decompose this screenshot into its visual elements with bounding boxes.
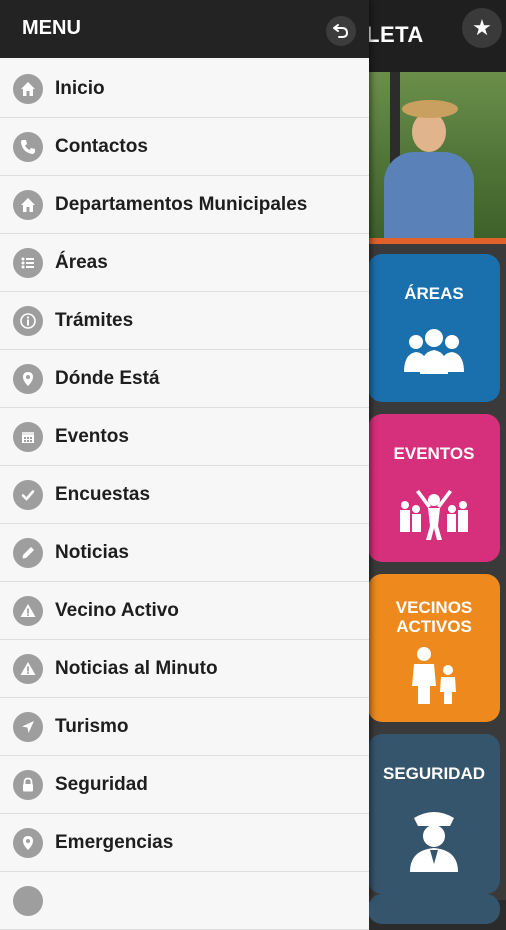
- tile-vecinos-label-2: ACTIVOS: [396, 617, 472, 636]
- hero-image: [368, 72, 506, 244]
- menu-item-noticias[interactable]: Noticias: [0, 524, 369, 582]
- partial-icon: [13, 885, 43, 916]
- phone-icon: [13, 131, 43, 162]
- menu-item-label: Departamentos Municipales: [55, 193, 308, 215]
- menu-item-encuestas[interactable]: Encuestas: [0, 466, 369, 524]
- menu-item-emergencias[interactable]: Emergencias: [0, 814, 369, 872]
- star-icon: ★: [472, 15, 492, 40]
- menu-item-label: Noticias al Minuto: [55, 657, 218, 679]
- crowd-icon: [368, 486, 500, 551]
- back-button[interactable]: [326, 16, 356, 46]
- navigation-drawer: MENU Inicio Contactos Departamentos Muni…: [0, 0, 369, 930]
- menu-item-label: Inicio: [55, 77, 105, 99]
- tile-seguridad-label: SEGURIDAD: [382, 764, 485, 783]
- menu-item-partial[interactable]: [0, 872, 369, 930]
- warning-icon: [13, 595, 43, 626]
- list-icon: [13, 247, 43, 278]
- menu-item-contactos[interactable]: Contactos: [0, 118, 369, 176]
- tile-areas[interactable]: ÁREAS: [368, 254, 500, 402]
- menu-title: MENU: [22, 17, 81, 39]
- info-icon: [13, 305, 43, 336]
- menu-item-vecino-activo[interactable]: Vecino Activo: [0, 582, 369, 640]
- calendar-icon: [13, 421, 43, 452]
- app-title: LETA: [366, 22, 424, 47]
- favorite-button[interactable]: ★: [462, 8, 502, 48]
- menu-item-label: Vecino Activo: [55, 599, 179, 621]
- home-icon: [13, 73, 43, 104]
- menu-item-label: Encuestas: [55, 483, 151, 505]
- pencil-icon: [13, 537, 43, 568]
- tile-next[interactable]: [368, 894, 500, 924]
- menu-item-seguridad[interactable]: Seguridad: [0, 756, 369, 814]
- menu-item-turismo[interactable]: Turismo: [0, 698, 369, 756]
- menu-item-departamentos[interactable]: Departamentos Municipales: [0, 176, 369, 234]
- lock-icon: [13, 769, 43, 800]
- menu-item-tramites[interactable]: Trámites: [0, 292, 369, 350]
- menu-item-label: Dónde Está: [55, 367, 160, 389]
- menu-item-label: Noticias: [55, 541, 129, 563]
- police-officer-icon: [368, 806, 500, 881]
- menu-item-areas[interactable]: Áreas: [0, 234, 369, 292]
- family-icon: [368, 646, 500, 715]
- menu-item-donde-esta[interactable]: Dónde Está: [0, 350, 369, 408]
- menu-item-label: Turismo: [55, 715, 129, 737]
- menu-item-inicio[interactable]: Inicio: [0, 60, 369, 118]
- menu-item-label: Emergencias: [55, 831, 174, 853]
- menu-item-label: Eventos: [55, 425, 129, 447]
- menu-item-label: Seguridad: [55, 773, 148, 795]
- home-icon: [13, 189, 43, 220]
- map-pin-icon: [13, 827, 43, 858]
- drawer-header: MENU: [0, 0, 369, 58]
- back-arrow-icon: [333, 24, 349, 38]
- tile-vecinos-label-1: VECINOS: [395, 598, 473, 617]
- tile-vecinos-activos[interactable]: VECINOS ACTIVOS: [368, 574, 500, 722]
- menu-item-label: Contactos: [55, 135, 148, 157]
- menu-list: Inicio Contactos Departamentos Municipal…: [0, 60, 369, 930]
- tile-seguridad[interactable]: SEGURIDAD: [368, 734, 500, 894]
- group-icon: [368, 326, 500, 385]
- warning-icon: [13, 653, 43, 684]
- navigation-arrow-icon: [13, 711, 43, 742]
- tile-eventos[interactable]: EVENTOS: [368, 414, 500, 562]
- menu-item-noticias-al-minuto[interactable]: Noticias al Minuto: [0, 640, 369, 698]
- tile-eventos-label: EVENTOS: [393, 444, 475, 463]
- check-icon: [13, 479, 43, 510]
- tile-areas-label: ÁREAS: [404, 284, 464, 303]
- menu-item-eventos[interactable]: Eventos: [0, 408, 369, 466]
- menu-item-label: Trámites: [55, 309, 134, 331]
- menu-item-label: Áreas: [55, 251, 108, 273]
- map-pin-icon: [13, 363, 43, 394]
